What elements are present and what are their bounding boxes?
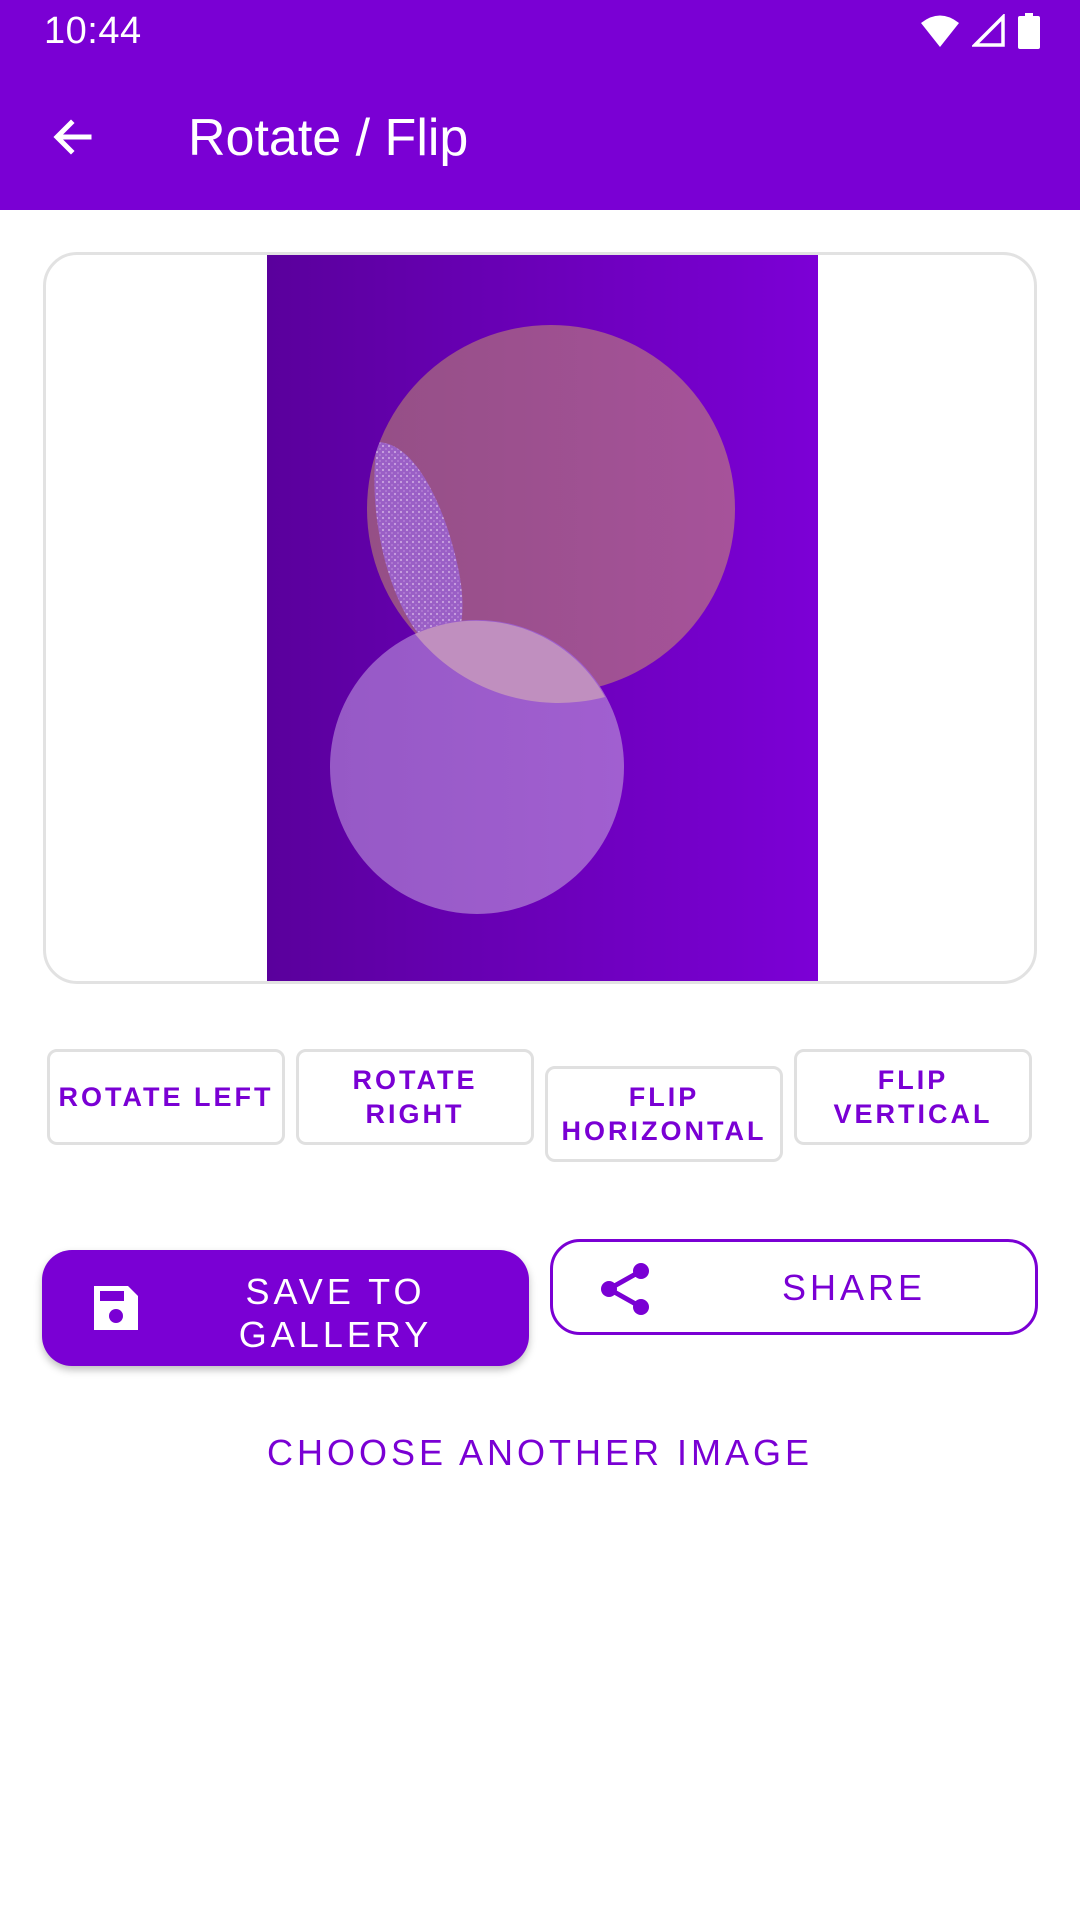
- app-top-bar: 10:44 Rotate / Flip: [0, 0, 1080, 210]
- save-to-gallery-button[interactable]: SAVE TO GALLERY: [42, 1250, 529, 1366]
- cellular-signal-icon: [972, 14, 1006, 48]
- image-preview-card: [43, 252, 1037, 984]
- rotate-right-button[interactable]: ROTATE RIGHT: [296, 1049, 534, 1145]
- flip-horizontal-button[interactable]: FLIP HORIZONTAL: [545, 1066, 783, 1162]
- page-title: Rotate / Flip: [188, 109, 469, 167]
- wifi-icon: [920, 14, 960, 48]
- flip-vertical-button[interactable]: FLIP VERTICAL: [794, 1049, 1032, 1145]
- flip-horizontal-label-line1: FLIP: [628, 1082, 700, 1112]
- save-label-line1: SAVE TO: [245, 1271, 426, 1312]
- rotate-right-label: ROTATE RIGHT: [352, 1065, 478, 1129]
- save-to-gallery-label: SAVE TO GALLERY: [162, 1270, 509, 1356]
- rotate-left-label: ROTATE LEFT: [58, 1082, 274, 1112]
- status-icons: [920, 10, 1040, 52]
- back-button[interactable]: [34, 100, 112, 178]
- status-time: 10:44: [44, 10, 142, 52]
- flip-vertical-label: FLIP VERTICAL: [833, 1065, 993, 1129]
- battery-icon: [1018, 13, 1040, 49]
- rotate-left-button[interactable]: ROTATE LEFT: [47, 1049, 285, 1145]
- flip-horizontal-label-line2: HORIZONTAL: [561, 1116, 767, 1146]
- choose-another-image-button[interactable]: CHOOSE ANOTHER IMAGE: [0, 1432, 1080, 1474]
- share-button[interactable]: SHARE: [550, 1239, 1038, 1335]
- arrow-back-icon: [49, 113, 97, 166]
- save-label-line2: GALLERY: [238, 1314, 433, 1355]
- floppy-disk-icon: [90, 1282, 142, 1334]
- preview-image: [267, 255, 818, 981]
- share-label: SHARE: [781, 1267, 927, 1308]
- share-icon: [597, 1261, 653, 1317]
